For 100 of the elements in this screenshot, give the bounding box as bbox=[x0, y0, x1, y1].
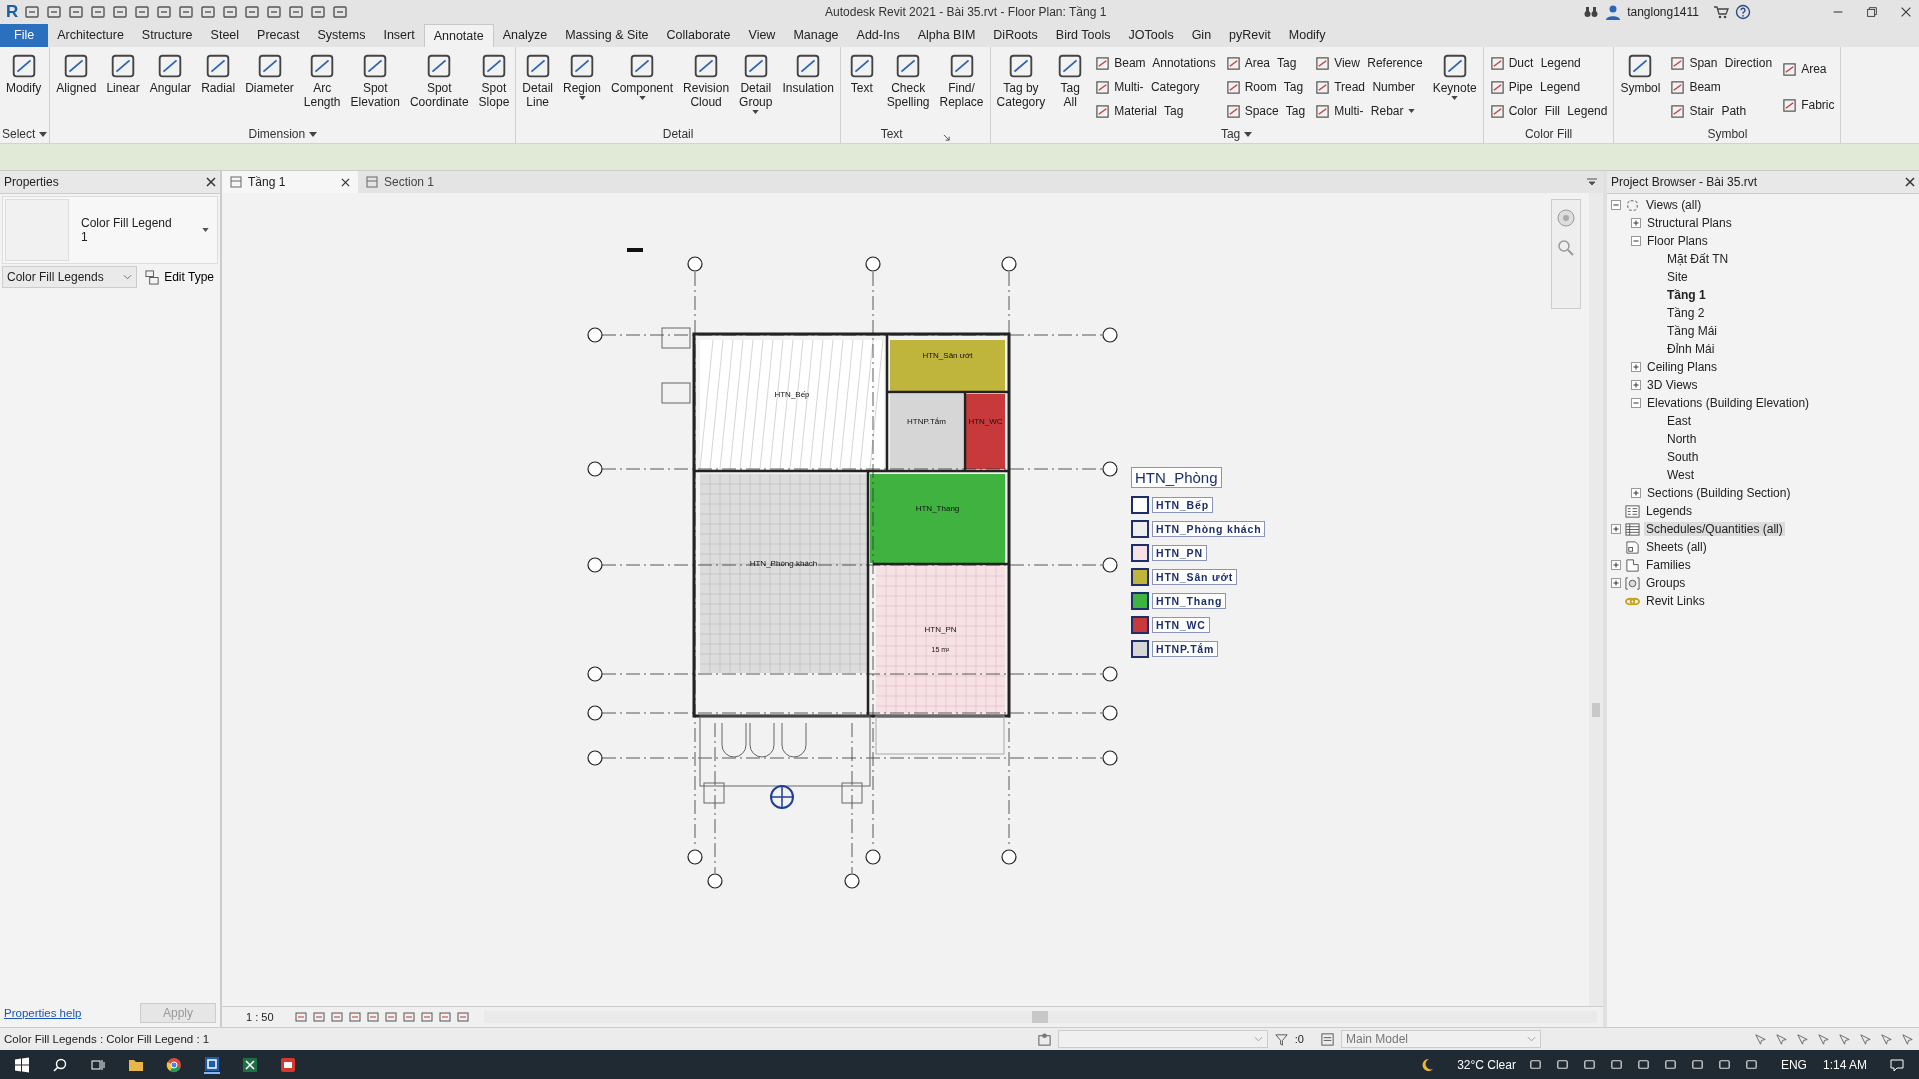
tree-item[interactable]: South bbox=[1665, 450, 1701, 464]
view-control-icon[interactable] bbox=[401, 1010, 416, 1024]
panel-title[interactable]: Dimension bbox=[248, 127, 318, 141]
panel-title[interactable]: Text bbox=[880, 127, 950, 141]
selection-option-icon[interactable] bbox=[1816, 1031, 1831, 1047]
toolbar-icon[interactable] bbox=[178, 4, 195, 20]
ribbon-button[interactable]: Material Tag bbox=[1095, 103, 1216, 119]
browser-icon[interactable] bbox=[166, 1056, 182, 1073]
ribbon-tab[interactable]: Collaborate bbox=[657, 24, 740, 47]
launcher-icon[interactable] bbox=[942, 133, 950, 141]
ribbon-tab[interactable]: DiRoots bbox=[984, 24, 1047, 47]
toolbar-icon[interactable] bbox=[112, 4, 129, 20]
caret-icon[interactable] bbox=[39, 131, 48, 137]
spreadsheet-icon[interactable] bbox=[242, 1056, 258, 1073]
ribbon-button[interactable]: Linear bbox=[102, 49, 144, 125]
ribbon-tab[interactable]: JOTools bbox=[1119, 24, 1183, 47]
ribbon-button[interactable]: Arc Length bbox=[299, 49, 345, 125]
expand-toggle[interactable] bbox=[1631, 380, 1641, 390]
ribbon-button[interactable]: Region bbox=[559, 49, 605, 125]
ribbon-button[interactable]: Spot Elevation bbox=[346, 49, 404, 125]
restore-icon[interactable] bbox=[1865, 5, 1879, 19]
selection-option-icon[interactable] bbox=[1879, 1031, 1894, 1047]
view-control-icon[interactable] bbox=[365, 1010, 380, 1024]
expand-toggle[interactable] bbox=[1631, 362, 1641, 372]
ribbon-tab[interactable]: Steel bbox=[201, 24, 249, 47]
ribbon-tab[interactable]: View bbox=[739, 24, 785, 47]
document-tab[interactable]: Section 1 bbox=[358, 171, 494, 193]
tree-item[interactable]: Floor Plans bbox=[1645, 234, 1710, 248]
ribbon-button[interactable]: Check Spelling bbox=[882, 49, 934, 125]
weather-text[interactable]: 32°C Clear bbox=[1457, 1057, 1516, 1072]
ribbon-tab[interactable]: Modify bbox=[1279, 24, 1335, 47]
ribbon-button[interactable]: Multi- Rebar bbox=[1315, 103, 1423, 119]
tree-item[interactable]: Sections (Building Section) bbox=[1645, 486, 1793, 500]
ribbon-tab[interactable]: Precast bbox=[248, 24, 309, 47]
ribbon-button[interactable]: Room Tag bbox=[1225, 79, 1306, 95]
ribbon-button[interactable]: Fabric bbox=[1782, 97, 1835, 113]
app-logo[interactable]: R bbox=[6, 2, 19, 22]
ribbon-tab[interactable]: Bird Tools bbox=[1046, 24, 1120, 47]
tree-item[interactable]: Revit Links bbox=[1644, 594, 1707, 608]
panel-title[interactable]: Select bbox=[2, 127, 48, 141]
vertical-scrollbar[interactable] bbox=[1589, 193, 1603, 1006]
view-control-icon[interactable] bbox=[455, 1010, 470, 1024]
ribbon-button[interactable]: Area Tag bbox=[1225, 55, 1306, 71]
search-icon[interactable] bbox=[52, 1056, 68, 1073]
ribbon-button[interactable]: Keynote bbox=[1428, 49, 1481, 125]
menu-icon[interactable] bbox=[1587, 178, 1597, 186]
expand-toggle[interactable] bbox=[1631, 398, 1641, 408]
toolbar-icon[interactable] bbox=[266, 4, 283, 20]
tree-item[interactable]: Tầng 2 bbox=[1665, 306, 1707, 320]
view-control-icon[interactable] bbox=[437, 1010, 452, 1024]
tree-item[interactable]: Legends bbox=[1644, 504, 1695, 518]
ribbon-button[interactable]: Modify bbox=[2, 49, 46, 125]
horizontal-scrollbar[interactable] bbox=[483, 1011, 1597, 1023]
view-scale[interactable]: 1 : 50 bbox=[246, 1011, 274, 1023]
binoculars-icon[interactable] bbox=[1583, 4, 1600, 20]
toolbar-icon[interactable] bbox=[332, 4, 349, 20]
tree-item[interactable]: Schedules/Quantities (all) bbox=[1644, 522, 1785, 536]
panel-title[interactable]: Symbol bbox=[1707, 127, 1748, 141]
tree-item[interactable]: Mặt Đất TN bbox=[1665, 252, 1731, 266]
tree-item[interactable]: Tầng 1 bbox=[1665, 288, 1708, 302]
ribbon-button[interactable]: Beam bbox=[1670, 79, 1773, 95]
tree-item[interactable]: Families bbox=[1644, 558, 1693, 572]
selection-option-icon[interactable] bbox=[1753, 1031, 1768, 1047]
language-indicator[interactable]: ENG bbox=[1780, 1057, 1807, 1072]
ribbon-button[interactable]: Stair Path bbox=[1670, 103, 1773, 119]
windows-logo-icon[interactable] bbox=[14, 1056, 30, 1073]
ribbon-tab[interactable]: pyRevit bbox=[1220, 24, 1280, 47]
selection-option-icon[interactable] bbox=[1795, 1031, 1810, 1047]
toolbar-icon[interactable] bbox=[310, 4, 327, 20]
ribbon-tab[interactable]: Manage bbox=[784, 24, 848, 47]
expand-toggle[interactable] bbox=[1611, 524, 1621, 534]
document-tab[interactable]: Tầng 1 bbox=[222, 171, 358, 193]
ribbon-button[interactable]: Detail Line bbox=[518, 49, 557, 125]
caret-icon[interactable] bbox=[1244, 131, 1253, 137]
caret-icon[interactable] bbox=[309, 131, 318, 137]
selection-option-icon[interactable] bbox=[1900, 1031, 1915, 1047]
view-control-icon[interactable] bbox=[293, 1010, 308, 1024]
ribbon-tab[interactable]: Alpha BIM bbox=[908, 24, 985, 47]
view-control-icon[interactable] bbox=[419, 1010, 434, 1024]
ribbon-button[interactable]: Multi- Category bbox=[1095, 79, 1216, 95]
tree-item[interactable]: Elevations (Building Elevation) bbox=[1645, 396, 1812, 410]
notification-icon[interactable] bbox=[1889, 1056, 1905, 1073]
close-icon[interactable] bbox=[206, 177, 216, 187]
ribbon-button[interactable]: Component bbox=[607, 49, 678, 125]
ribbon-tab[interactable]: File bbox=[0, 24, 49, 47]
ribbon-button[interactable]: View Reference bbox=[1315, 55, 1423, 71]
panel-title[interactable]: Tag bbox=[1220, 127, 1253, 141]
ribbon-button[interactable]: Color Fill Legend bbox=[1489, 103, 1608, 119]
steering-wheel-icon[interactable] bbox=[1556, 208, 1576, 228]
tree-item[interactable]: Tầng Mái bbox=[1665, 324, 1720, 338]
ribbon-button[interactable]: Aligned bbox=[52, 49, 101, 125]
clock[interactable]: 1:14 AM bbox=[1822, 1057, 1867, 1072]
expand-toggle[interactable] bbox=[1611, 200, 1621, 210]
toolbar-icon[interactable] bbox=[288, 4, 305, 20]
expand-toggle[interactable] bbox=[1631, 236, 1641, 246]
selection-option-icon[interactable] bbox=[1837, 1031, 1852, 1047]
ribbon-button[interactable]: Revision Cloud bbox=[679, 49, 734, 125]
ribbon-button[interactable]: Spot Coordinate bbox=[405, 49, 473, 125]
cart-icon[interactable] bbox=[1713, 4, 1729, 20]
properties-help-link[interactable]: Properties help bbox=[4, 1007, 82, 1019]
